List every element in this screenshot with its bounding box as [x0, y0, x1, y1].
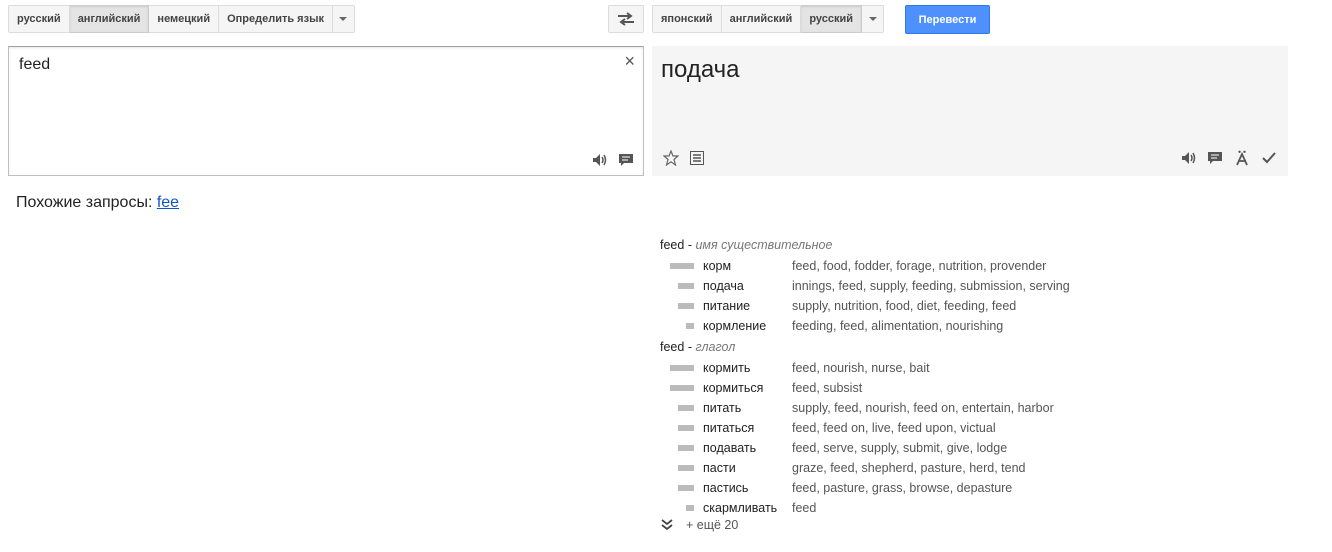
target-lang-russian[interactable]: русский — [801, 5, 862, 33]
dict-synonyms: graze, feed, shepherd, pasture, herd, te… — [792, 461, 1026, 475]
dict-entry: подача innings, feed, supply, feeding, su… — [660, 276, 1070, 296]
related-queries: Похожие запросы: fee — [16, 194, 179, 212]
dict-translation[interactable]: кормить — [703, 358, 750, 378]
source-text-area[interactable]: feed × — [8, 46, 644, 176]
chevron-down-icon — [339, 17, 348, 21]
dict-synonyms: feed, subsist — [792, 381, 863, 395]
dictionary-panel: feed - имя существительное корм feed, foo… — [660, 236, 1070, 518]
target-lang-english[interactable]: английский — [721, 5, 802, 33]
dict-synonyms: supply, feed, nourish, feed on, entertai… — [792, 401, 1054, 415]
translate-button[interactable]: Перевести — [905, 5, 990, 34]
pos-header-verb: feed - глагол — [660, 338, 832, 358]
speaker-icon[interactable] — [591, 151, 609, 169]
frequency-bar — [678, 485, 694, 491]
dict-translation[interactable]: пастись — [703, 478, 748, 498]
dict-synonyms: feed, pasture, grass, browse, depasture — [792, 481, 1013, 495]
pos-name: имя существительное — [695, 238, 833, 252]
source-lang-bar: русский английский немецкий Определить я… — [8, 5, 355, 33]
dict-synonyms: feed, food, fodder, forage, nutrition, p… — [792, 259, 1047, 273]
list-icon[interactable] — [688, 149, 706, 167]
dict-synonyms: feed, nourish, nurse, bait — [792, 361, 930, 375]
dict-translation[interactable]: кормление — [703, 316, 766, 336]
dict-translation[interactable]: скармливать — [703, 498, 777, 518]
close-icon[interactable]: × — [624, 51, 635, 71]
frequency-bar — [670, 263, 694, 269]
dict-entry: подавать feed, serve, supply, submit, giv… — [660, 438, 1007, 458]
dict-word: feed — [660, 340, 685, 354]
source-text[interactable]: feed — [19, 56, 50, 74]
show-more-button[interactable]: + ещё 20 — [660, 518, 738, 532]
dict-translation[interactable]: питать — [703, 398, 741, 418]
chevron-down-icon — [868, 17, 877, 21]
source-lang-german[interactable]: немецкий — [149, 5, 220, 33]
dict-entry: питаться feed, feed on, live, feed upon, … — [660, 418, 996, 438]
frequency-bar — [678, 445, 694, 451]
frequency-bar — [678, 405, 694, 411]
swap-icon — [618, 12, 634, 26]
frequency-bar — [686, 505, 694, 511]
dict-synonyms: innings, feed, supply, feeding, submissi… — [792, 279, 1070, 293]
dict-dash: - — [687, 238, 692, 252]
source-lang-dropdown[interactable] — [332, 5, 355, 33]
dict-translation[interactable]: кормиться — [703, 378, 763, 398]
dict-word: feed — [660, 238, 685, 252]
target-lang-bar: японский английский русский — [652, 5, 884, 33]
target-lang-japanese[interactable]: японский — [652, 5, 722, 33]
star-icon[interactable] — [662, 149, 680, 167]
dict-entry: питание supply, nutrition, food, diet, fe… — [660, 296, 1016, 316]
dict-entry: питать supply, feed, nourish, feed on, en… — [660, 398, 1054, 418]
dict-synonyms: feed, feed on, live, feed upon, victual — [792, 421, 996, 435]
show-more-label: + ещё 20 — [686, 518, 739, 532]
frequency-bar — [686, 323, 694, 329]
dict-translation[interactable]: питаться — [703, 418, 754, 438]
dict-entry: пасти graze, feed, shepherd, pasture, her… — [660, 458, 1026, 478]
frequency-bar — [678, 425, 694, 431]
dict-synonyms: feed — [792, 501, 817, 515]
chat-bubble-icon[interactable] — [617, 151, 635, 169]
source-lang-russian[interactable]: русский — [8, 5, 70, 33]
detect-language-button[interactable]: Определить язык — [219, 5, 333, 33]
dict-translation[interactable]: подавать — [703, 438, 756, 458]
frequency-bar — [678, 283, 694, 289]
dict-translation[interactable]: подача — [703, 276, 744, 296]
dict-entry: кормиться feed, subsist — [660, 378, 862, 398]
frequency-bar — [670, 365, 694, 371]
dict-synonyms: feeding, feed, alimentation, nourishing — [792, 319, 1004, 333]
a-umlaut-icon[interactable] — [1233, 149, 1251, 167]
check-icon[interactable] — [1260, 149, 1278, 167]
dict-entry: скармливать feed — [660, 498, 832, 518]
speaker-icon[interactable] — [1180, 149, 1198, 167]
pos-header-noun: feed - имя существительное — [660, 236, 832, 256]
frequency-bar — [670, 385, 694, 391]
dict-translation[interactable]: корм — [703, 256, 731, 276]
dict-synonyms: supply, nutrition, food, diet, feeding, … — [792, 299, 1017, 313]
dict-translation[interactable]: питание — [703, 296, 750, 316]
related-link[interactable]: fee — [157, 194, 179, 211]
double-chevron-down-icon — [661, 519, 673, 531]
frequency-bar — [678, 465, 694, 471]
swap-languages-button[interactable] — [608, 5, 644, 33]
dict-entry: кормление feeding, feed, alimentation, no… — [660, 316, 1003, 336]
dict-entry: корм feed, food, fodder, forage, nutritio… — [660, 256, 1046, 276]
dict-synonyms: feed, serve, supply, submit, give, lodge — [792, 441, 1008, 455]
dict-translation[interactable]: пасти — [703, 458, 736, 478]
dict-entry: кормить feed, nourish, nurse, bait — [660, 358, 930, 378]
dict-entry: пастись feed, pasture, grass, browse, dep… — [660, 478, 1012, 498]
noun-entries: корм feed, food, fodder, forage, nutritio… — [660, 256, 1070, 336]
frequency-bar — [678, 303, 694, 309]
result-text[interactable]: подача — [661, 56, 740, 84]
related-label: Похожие запросы: — [16, 194, 157, 211]
source-lang-english[interactable]: английский — [69, 5, 150, 33]
chat-bubble-icon[interactable] — [1206, 149, 1224, 167]
pos-name: глагол — [695, 340, 736, 354]
verb-entries: кормить feed, nourish, nurse, bait кормить… — [660, 358, 1054, 518]
result-panel: подача — [652, 46, 1288, 176]
target-lang-dropdown[interactable] — [862, 5, 884, 33]
dict-dash: - — [687, 340, 692, 354]
